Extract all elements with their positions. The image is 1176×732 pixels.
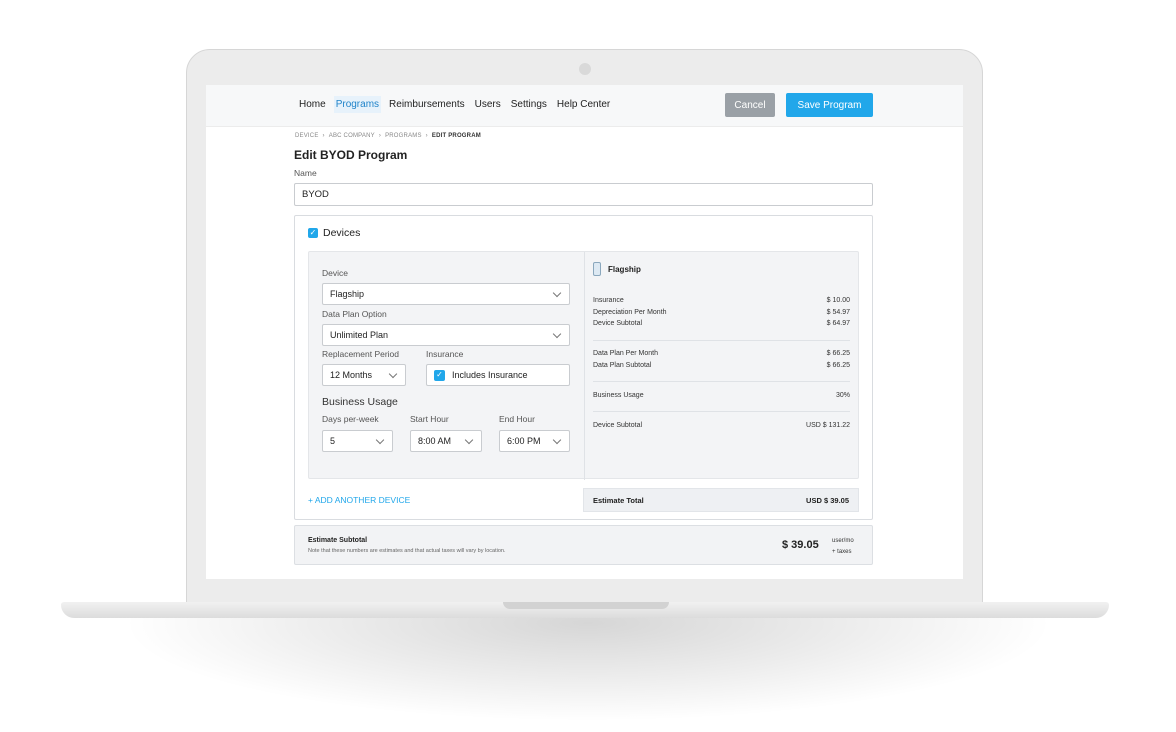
subtotal-amount: $ 39.05: [782, 539, 819, 551]
end-hour-label: End Hour: [499, 414, 535, 424]
page-title: Edit BYOD Program: [294, 148, 408, 162]
days-per-week-label: Days per-week: [322, 414, 379, 424]
summary-row: Insurance $ 10.00: [593, 297, 850, 304]
summary-row: Data Plan Per Month $ 66.25: [593, 350, 850, 357]
subtotal-note: Note that these numbers are estimates an…: [308, 548, 506, 554]
summary-row-value: 30%: [835, 392, 850, 399]
summary-row-label: Depreciation Per Month: [593, 309, 667, 316]
start-hour-select[interactable]: 8:00 AM: [410, 430, 482, 452]
summary-header: Flagship: [593, 262, 641, 276]
replacement-period-value: 12 Months: [330, 370, 373, 380]
top-navbar: Home Programs Reimbursements Users Setti…: [206, 85, 963, 127]
summary-row-label: Business Usage: [593, 392, 644, 399]
vertical-divider: [584, 252, 585, 480]
devices-label: Devices: [323, 227, 361, 239]
chevron-down-icon: [375, 435, 385, 445]
checkbox-checked-icon[interactable]: ✓: [308, 228, 318, 238]
breadcrumb-programs[interactable]: PROGRAMS: [385, 133, 422, 139]
chevron-down-icon: [552, 329, 562, 339]
main-nav: Home Programs Reimbursements Users Setti…: [297, 96, 616, 113]
summary-row-label: Device Subtotal: [593, 422, 643, 429]
data-plan-label: Data Plan Option: [322, 309, 387, 319]
add-another-device-link[interactable]: + ADD ANOTHER DEVICE: [308, 495, 410, 505]
business-usage-title: Business Usage: [322, 396, 398, 408]
estimate-subtotal-bar: Estimate Subtotal Note that these number…: [294, 525, 873, 565]
insurance-checkbox[interactable]: ✓ Includes Insurance: [426, 364, 570, 386]
devices-toggle[interactable]: ✓ Devices: [308, 227, 360, 239]
name-input[interactable]: [294, 183, 873, 206]
laptop-shadow: [120, 612, 1056, 722]
summary-divider: [593, 340, 850, 341]
nav-help-center[interactable]: Help Center: [555, 96, 612, 113]
summary-row: Depreciation Per Month $ 54.97: [593, 309, 850, 316]
breadcrumb-separator-icon: ›: [322, 133, 325, 139]
summary-row-label: Data Plan Subtotal: [593, 362, 652, 369]
chevron-down-icon: [388, 369, 398, 379]
summary-row-value: $ 10.00: [826, 297, 850, 304]
checkbox-checked-icon[interactable]: ✓: [434, 369, 445, 381]
device-card: Device Flagship Data Plan Option Unlimit…: [308, 251, 859, 480]
data-plan-select-value: Unlimited Plan: [330, 330, 389, 340]
estimate-total: Estimate Total USD $ 39.05: [583, 488, 859, 512]
insurance-label: Insurance: [426, 349, 464, 359]
replacement-period-select[interactable]: 12 Months: [322, 364, 406, 386]
breadcrumb-device[interactable]: DEVICE: [295, 133, 319, 139]
summary-row: Device Subtotal $ 64.97: [593, 320, 850, 327]
subtotal-unit-taxes: + taxes: [832, 549, 852, 555]
insurance-checkbox-label: Includes Insurance: [452, 370, 528, 380]
end-hour-select[interactable]: 6:00 PM: [499, 430, 570, 452]
nav-users[interactable]: Users: [473, 96, 503, 113]
breadcrumb-company[interactable]: ABC COMPANY: [329, 133, 375, 139]
chevron-down-icon: [464, 435, 474, 445]
start-hour-value: 8:00 AM: [418, 436, 452, 446]
summary-divider: [593, 381, 850, 382]
breadcrumb-current: EDIT PROGRAM: [431, 133, 481, 139]
camera-icon: [579, 63, 591, 75]
device-select[interactable]: Flagship: [322, 283, 570, 305]
summary-row-value: $ 66.25: [826, 350, 850, 357]
name-label: Name: [294, 168, 317, 178]
days-per-week-select[interactable]: 5: [322, 430, 393, 452]
summary-row: Device Subtotal USD $ 131.22: [593, 422, 850, 429]
laptop-notch: [503, 602, 669, 609]
summary-row-label: Insurance: [593, 297, 624, 304]
save-program-button[interactable]: Save Program: [786, 93, 873, 117]
breadcrumb-separator-icon: ›: [378, 133, 382, 139]
data-plan-select[interactable]: Unlimited Plan: [322, 324, 570, 346]
app-screen: Home Programs Reimbursements Users Setti…: [206, 85, 963, 579]
devices-panel: ✓ Devices Device Flagship Data Plan Opti…: [294, 215, 873, 520]
summary-divider: [593, 411, 850, 412]
device-label: Device: [322, 268, 348, 278]
chevron-down-icon: [552, 435, 562, 445]
subtotal-unit-per-user: user/mo: [832, 538, 854, 544]
breadcrumb: DEVICE › ABC COMPANY › PROGRAMS › EDIT P…: [295, 133, 481, 139]
nav-settings[interactable]: Settings: [509, 96, 549, 113]
summary-row-value: $ 54.97: [826, 309, 850, 316]
summary-row-value: $ 64.97: [826, 320, 850, 327]
summary-row: Business Usage 30%: [593, 392, 850, 399]
device-select-value: Flagship: [330, 289, 365, 299]
breadcrumb-separator-icon: ›: [425, 133, 428, 139]
cancel-button[interactable]: Cancel: [725, 93, 775, 117]
end-hour-value: 6:00 PM: [507, 436, 541, 446]
days-per-week-value: 5: [330, 436, 336, 446]
chevron-down-icon: [552, 288, 562, 298]
nav-programs[interactable]: Programs: [333, 96, 382, 113]
subtotal-title: Estimate Subtotal: [308, 537, 368, 544]
summary-row-value: $ 66.25: [826, 362, 850, 369]
summary-row-value: USD $ 131.22: [806, 422, 850, 429]
summary-row-label: Data Plan Per Month: [593, 350, 658, 357]
summary-title: Flagship: [608, 264, 641, 274]
nav-home[interactable]: Home: [297, 96, 328, 113]
replacement-period-label: Replacement Period: [322, 349, 400, 359]
start-hour-label: Start Hour: [410, 414, 449, 424]
summary-row: Data Plan Subtotal $ 66.25: [593, 362, 850, 369]
nav-reimbursements[interactable]: Reimbursements: [387, 96, 467, 113]
estimate-total-value: USD $ 39.05: [806, 495, 849, 505]
phone-icon: [593, 262, 601, 276]
subtotal-unit: user/mo + taxes: [832, 536, 854, 558]
summary-row-label: Device Subtotal: [593, 320, 643, 327]
estimate-total-label: Estimate Total: [593, 495, 644, 505]
